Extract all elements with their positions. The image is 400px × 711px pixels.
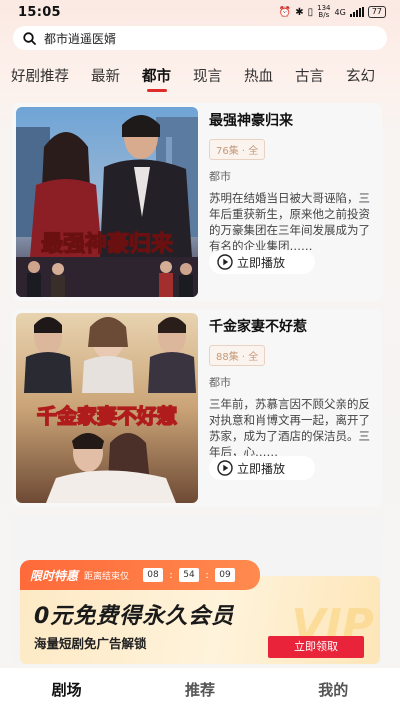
vibrate-icon: ▯ bbox=[307, 6, 314, 18]
drama-card[interactable]: 千金家妻不好惹 千金家妻不好惹 88集 · 全 都市 三年前，苏慕言因不顾父亲的… bbox=[12, 309, 382, 507]
drama-title[interactable]: 千金家妻不好惹 bbox=[209, 317, 375, 337]
drama-title[interactable]: 最强神豪归来 bbox=[209, 111, 375, 131]
status-icons: ⏰ ✱ ▯ 134 B/s 4G 77 bbox=[279, 5, 386, 19]
nav-theater[interactable]: 剧场 bbox=[17, 679, 117, 700]
countdown-timer: 08 : 54 : 09 bbox=[143, 568, 236, 582]
drama-description: 三年前，苏慕言因不顾父亲的反对执意和肖博文再一起，离开了苏家，成为了酒店的保洁员… bbox=[209, 397, 370, 459]
net-speed: 134 B/s bbox=[317, 5, 330, 19]
drama-info: 千金家妻不好惹 88集 · 全 都市 三年前，苏慕言因不顾父亲的反对执意和肖博文… bbox=[209, 317, 375, 460]
promo-tag: 限时特惠 bbox=[30, 568, 79, 583]
tab-fantasy[interactable]: 玄幻 bbox=[346, 66, 375, 94]
bluetooth-icon: ✱ bbox=[295, 6, 304, 18]
episode-badge: 88集 · 全 bbox=[209, 345, 266, 366]
play-button[interactable]: 立即播放 bbox=[209, 456, 315, 480]
countdown-hours: 08 bbox=[143, 568, 164, 582]
countdown-separator: : bbox=[205, 569, 209, 581]
search-icon bbox=[23, 31, 36, 45]
bottom-nav: 剧场 推荐 我的 bbox=[0, 668, 400, 711]
episode-badge: 76集 · 全 bbox=[209, 139, 266, 160]
drama-poster[interactable]: 千金家妻不好惹 bbox=[16, 313, 198, 503]
countdown-minutes: 54 bbox=[179, 568, 200, 582]
drama-card[interactable]: 最强神豪归来 最强神豪归来 76集 · 全 都市 苏明在结婚当日被大哥诬陷，三年… bbox=[12, 103, 382, 301]
search-query: 都市逍遥医婿 bbox=[44, 31, 117, 46]
play-label: 立即播放 bbox=[237, 461, 286, 476]
promo-strip: 限时特惠 距离结束仅 08 : 54 : 09 bbox=[20, 560, 260, 590]
play-button[interactable]: 立即播放 bbox=[209, 250, 315, 274]
drama-poster[interactable]: 最强神豪归来 bbox=[16, 107, 198, 297]
play-icon bbox=[217, 460, 233, 476]
tab-modern-romance[interactable]: 现言 bbox=[193, 66, 222, 94]
nav-mine[interactable]: 我的 bbox=[283, 679, 383, 700]
play-label: 立即播放 bbox=[237, 255, 286, 270]
promo-banner[interactable]: 限时特惠 距离结束仅 08 : 54 : 09 VIP 0元免费得永久会员 海量… bbox=[20, 560, 380, 664]
drama-info: 最强神豪归来 76集 · 全 都市 苏明在结婚当日被大哥诬陷，三年后重获新生，原… bbox=[209, 111, 375, 254]
alarm-icon: ⏰ bbox=[278, 6, 292, 18]
countdown-seconds: 09 bbox=[215, 568, 236, 582]
poster-caption: 最强神豪归来 bbox=[41, 231, 174, 256]
drama-genre: 都市 bbox=[209, 376, 231, 389]
search-bar[interactable]: 都市逍遥医婿 bbox=[13, 26, 387, 50]
drama-description: 苏明在结婚当日被大哥诬陷，三年后重获新生，原来他之前投资的万豪集团在三年间发展成… bbox=[209, 191, 370, 253]
category-tabs: 好剧推荐 最新 都市 现言 热血 古言 玄幻 bbox=[0, 66, 400, 96]
countdown-separator: : bbox=[169, 569, 173, 581]
play-icon bbox=[217, 254, 233, 270]
nav-recommend[interactable]: 推荐 bbox=[150, 679, 250, 700]
drama-genre: 都市 bbox=[209, 170, 231, 183]
tab-recommended[interactable]: 好剧推荐 bbox=[11, 66, 69, 94]
status-time: 15:05 bbox=[18, 4, 61, 20]
tab-urban[interactable]: 都市 bbox=[142, 66, 171, 94]
tab-ancient-romance[interactable]: 古言 bbox=[295, 66, 324, 94]
battery-icon: 77 bbox=[367, 6, 386, 18]
tab-latest[interactable]: 最新 bbox=[91, 66, 120, 94]
countdown-label: 距离结束仅 bbox=[84, 571, 130, 582]
status-bar: 15:05 ⏰ ✱ ▯ 134 B/s 4G 77 bbox=[0, 0, 400, 24]
promo-title: 0元免费得永久会员 bbox=[34, 604, 235, 629]
tab-action[interactable]: 热血 bbox=[244, 66, 273, 94]
promo-description: 海量短剧免广告解锁 bbox=[34, 636, 147, 651]
poster-caption: 千金家妻不好惹 bbox=[37, 404, 177, 428]
net-speed-unit: B/s bbox=[318, 11, 330, 19]
network-type: 4G bbox=[334, 7, 346, 17]
claim-button[interactable]: 立即领取 bbox=[268, 636, 364, 658]
signal-icon bbox=[349, 7, 364, 17]
